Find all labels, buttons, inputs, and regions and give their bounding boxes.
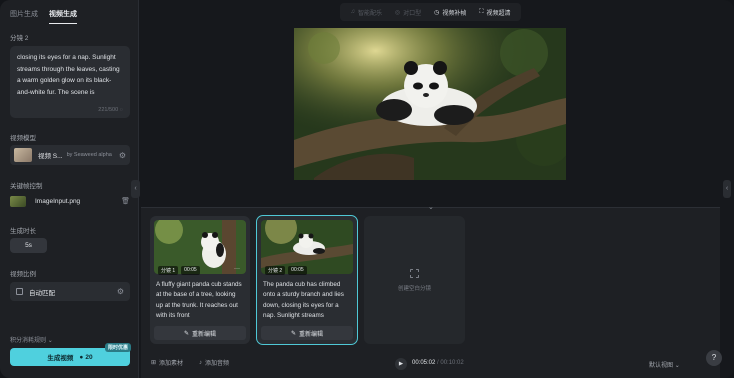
tool-label: 视频超清 [486,10,511,17]
settings-sliders-icon[interactable]: ⚙ [119,151,126,160]
upscale-icon: ⛶ [479,8,484,15]
ratio-value: 自动匹配 [29,289,55,297]
tool-label: 智能配乐 [357,10,382,17]
promo-badge: 限时优惠 [104,343,131,352]
edit-icon: ✎ [290,330,296,337]
tab-video-generation[interactable]: 视频生成 [49,9,77,24]
clip-description: A fluffy giant panda cub stands at the b… [156,281,242,320]
create-blank-shot-button[interactable]: 创建空白分镜 [364,216,465,344]
model-name: 视频 S... [38,153,63,160]
timeline-bottom-bar: ⊞ 添加素材 ♪ 添加音频 ▶ 00:05:02 / 00:10:02 默认视图… [141,354,720,374]
tool-frame-interpolation[interactable]: ◷ 视频补帧 [434,8,466,17]
panda-sleeping-image [294,28,566,180]
add-material-label: 添加素材 [159,361,184,367]
generate-cost: 20 [85,353,93,361]
tool-lipsync[interactable]: ◎ 对口型 [395,8,421,17]
ratio-selector[interactable]: 自动匹配 ⚙ [10,282,130,301]
prompt-char-count: 221/500 ◌ [98,107,123,113]
tool-label: 视频补帧 [442,10,467,17]
frame-interp-icon: ◷ [434,9,440,16]
credits-rule-text: 积分消耗规则 [10,338,47,344]
add-audio-label: 添加音频 [205,361,230,367]
clip-re-edit-button[interactable]: ✎ 重新编辑 [154,326,246,340]
clip-shot-tag: 分镜 1 [158,266,179,275]
generate-video-button[interactable]: 生成视频 ● 20 限时优惠 [10,343,131,366]
model-section-label: 视频模型 [10,135,36,142]
left-panel: 图片生成 视频生成 分镜 2 closing its eyes for a na… [0,0,139,378]
aspect-ratio-icon [16,288,23,295]
prompt-textarea[interactable]: closing its eyes for a nap. Sunlight str… [10,46,130,118]
view-mode-label: 默认视图 [649,363,674,369]
clip-shot-tag: 分镜 2 [265,266,286,275]
model-thumbnail [14,148,32,162]
tool-label: 对口型 [403,10,422,17]
clip-description: The panda cub has climbed onto a sturdy … [263,281,344,320]
tool-video-upscale[interactable]: ⛶ 视频超清 [479,8,510,17]
keyframe-item[interactable]: ImageInput.png 🗑 [10,193,130,209]
create-blank-shot-label: 创建空白分镜 [397,285,431,292]
collapse-left-icon[interactable]: ‹ [131,180,140,198]
prompt-text[interactable]: closing its eyes for a nap. Sunlight str… [17,52,123,102]
more-icon[interactable]: ··· [234,266,240,272]
ratio-section-label: 视频比例 [10,271,36,278]
model-selector[interactable]: 视频 S... by Seaweed alpha ⚙ [10,145,130,165]
add-material-button[interactable]: ⊞ 添加素材 [151,358,183,367]
video-toolbar: ♫ 智能配乐 ◎ 对口型 ◷ 视频补帧 ⛶ 视频超清 [340,3,521,21]
edit-icon: ✎ [183,330,189,337]
lipsync-icon: ◎ [394,9,401,16]
settings-sliders-icon[interactable]: ⚙ [117,287,124,296]
mode-tabs: 图片生成 视频生成 [10,9,77,24]
help-button[interactable]: ? [706,350,722,366]
play-icon[interactable]: ▶ [395,358,407,370]
char-count-text: 221/500 [98,107,119,113]
view-mode-select[interactable]: 默认视图 ⌄ [649,360,680,369]
tab-image-generation[interactable]: 图片生成 [10,9,38,24]
app-window: 图片生成 视频生成 分镜 2 closing its eyes for a na… [0,0,734,378]
clip-tags: 分镜 1 00:05 [158,266,200,275]
add-frame-icon [410,268,419,278]
re-edit-label: 重新编辑 [192,331,217,338]
shot-label: 分镜 2 [10,35,29,42]
duration-section-label: 生成时长 [10,228,36,235]
clip-tags: 分镜 2 00:05 [265,266,307,275]
duration-option-5s[interactable]: 5s [10,238,47,253]
playback-time: 00:05:02 / 00:10:02 [412,360,464,366]
time-total: / 00:10:02 [437,360,464,366]
clear-icon[interactable]: ◌ [120,107,123,113]
clip-duration-tag: 00:05 [288,266,307,275]
chevron-down-icon[interactable]: ⌄ [428,203,434,211]
tool-smart-music[interactable]: ♫ 智能配乐 [350,8,382,17]
music-note-icon: ♪ [199,359,202,366]
model-provider: by Seaweed alpha [66,152,112,158]
clip-duration-tag: 00:05 [181,266,200,275]
chevron-down-icon: ⌄ [674,363,680,369]
collapse-right-icon[interactable]: ‹ [723,180,731,198]
credits-rule-link[interactable]: 积分消耗规则 ⌄ [10,335,53,344]
generate-label: 生成视频 [47,355,74,362]
add-material-icon: ⊞ [151,360,157,366]
keyframe-section-label: 关键帧控制 [10,183,43,190]
credit-coin-icon: ● [79,353,84,361]
clip-re-edit-button[interactable]: ✎ 重新编辑 [261,326,353,340]
storyboard-clip-2[interactable]: 分镜 2 00:05 The panda cub has climbed ont… [256,215,358,345]
chevron-down-icon: ⌄ [47,338,53,344]
keyframe-thumbnail [10,195,26,207]
video-preview[interactable] [294,28,566,180]
trash-icon[interactable]: 🗑 [121,197,130,205]
add-audio-button[interactable]: ♪ 添加音频 [199,358,230,368]
music-icon: ♫ [350,9,355,15]
storyboard-timeline: ⌄ 分镜 1 00:05 ··· A fluffy giant panda cu… [141,204,720,378]
re-edit-label: 重新编辑 [299,331,324,338]
storyboard-clip-1[interactable]: 分镜 1 00:05 ··· A fluffy giant panda cub … [150,216,250,344]
keyframe-filename: ImageInput.png [35,197,81,205]
time-current: 00:05:02 [412,360,436,366]
